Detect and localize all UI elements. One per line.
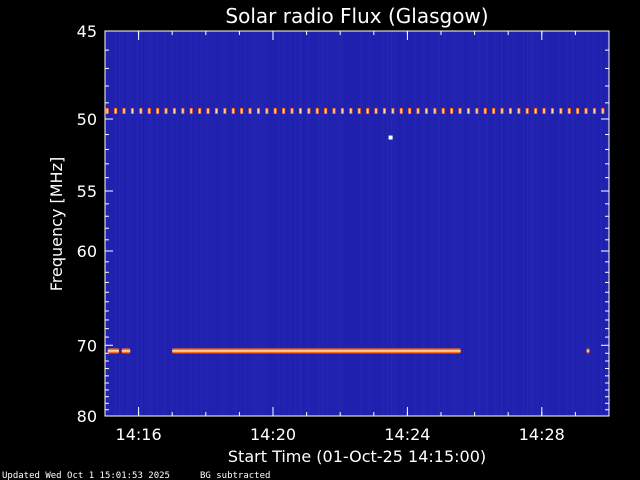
emission-segment-core	[121, 350, 131, 352]
interference-dot-core	[408, 109, 411, 113]
x-tick-label: 14:16	[116, 425, 162, 444]
plot-background	[105, 31, 609, 416]
interference-dot-core	[434, 109, 436, 113]
interference-dot-core	[240, 109, 243, 113]
interference-dot-core	[476, 109, 478, 113]
interference-dot-core	[375, 109, 377, 113]
interference-dot-core	[249, 109, 251, 113]
interference-dot-core	[131, 109, 134, 113]
interference-dot-core	[173, 109, 176, 113]
emission-segment-core	[586, 350, 590, 352]
x-tick-label: 14:28	[519, 425, 565, 444]
interference-dot-core	[232, 109, 234, 113]
interference-dot-core	[299, 109, 302, 113]
interference-dot-core	[190, 109, 192, 113]
emission-segment-core	[172, 350, 461, 352]
interference-dot-core	[106, 109, 108, 113]
interference-dot-core	[417, 109, 419, 113]
emission-segment-core	[107, 350, 119, 352]
interference-dot-core	[383, 109, 386, 113]
interference-dot-core	[459, 109, 461, 113]
interference-dot-core	[182, 109, 184, 113]
interference-dot-core	[291, 109, 293, 113]
y-tick-label: 80	[77, 407, 97, 426]
interference-dot-core	[392, 109, 394, 113]
y-tick-label: 60	[77, 242, 97, 261]
x-axis-label: Start Time (01-Oct-25 14:15:00)	[228, 447, 486, 466]
interference-dot-core	[333, 109, 335, 113]
interference-dot-core	[266, 109, 268, 113]
interference-dot-core	[148, 109, 150, 113]
interference-dot-core	[593, 109, 596, 113]
y-tick-label: 45	[77, 22, 97, 41]
interference-dot-core	[350, 109, 352, 113]
interference-dot-core	[316, 109, 318, 113]
interference-dot-core	[576, 109, 579, 113]
interference-dot-core	[156, 109, 159, 113]
interference-dot-core	[257, 109, 260, 113]
interference-dot-core	[215, 109, 218, 113]
interference-dot-core	[308, 109, 310, 113]
interference-dot-core	[518, 109, 520, 113]
interference-dot-core	[501, 109, 503, 113]
interference-dot-core	[140, 109, 142, 113]
interference-dot-core	[224, 109, 226, 113]
interference-dot-core	[165, 109, 167, 113]
interference-dot-core	[198, 109, 201, 113]
footer-note: BG subtracted	[200, 471, 270, 480]
interference-dot-core	[450, 109, 453, 113]
interference-dot-core	[602, 109, 604, 113]
interference-dot-core	[568, 109, 570, 113]
chart-title: Solar radio Flux (Glasgow)	[225, 4, 488, 28]
interference-dot-core	[585, 109, 587, 113]
interference-dot-core	[442, 109, 444, 113]
y-axis-label: Frequency [MHz]	[47, 157, 66, 291]
interference-dot-core	[282, 109, 285, 113]
x-tick-label: 14:24	[384, 425, 430, 444]
interference-dot-core	[543, 109, 545, 113]
interference-dot-core	[484, 109, 486, 113]
interference-dot-core	[534, 109, 537, 113]
interference-dot-core	[551, 109, 554, 113]
x-tick-label: 14:20	[250, 425, 296, 444]
interference-dot-core	[366, 109, 369, 113]
y-tick-label: 70	[77, 336, 97, 355]
interference-dot-core	[492, 109, 495, 113]
interference-dot-core	[358, 109, 360, 113]
y-tick-label: 50	[77, 110, 97, 129]
interference-dot-core	[123, 109, 125, 113]
emission-point	[388, 135, 393, 140]
interference-dot-core	[560, 109, 562, 113]
interference-dot-core	[207, 109, 209, 113]
interference-dot-core	[114, 109, 117, 113]
interference-dot-core	[425, 109, 428, 113]
footer-updated: Updated Wed Oct 1 15:01:53 2025	[2, 471, 170, 480]
spectrogram-chart: Solar radio Flux (Glasgow) 455055607080 …	[0, 0, 640, 480]
y-tick-label: 55	[77, 182, 97, 201]
interference-dot-core	[324, 109, 327, 113]
interference-dot-core	[400, 109, 402, 113]
interference-dot-core	[467, 109, 470, 113]
interference-dot-core	[274, 109, 276, 113]
interference-dot-core	[341, 109, 344, 113]
interference-dot-core	[509, 109, 512, 113]
background-haze	[105, 31, 609, 416]
interference-dot-core	[526, 109, 528, 113]
